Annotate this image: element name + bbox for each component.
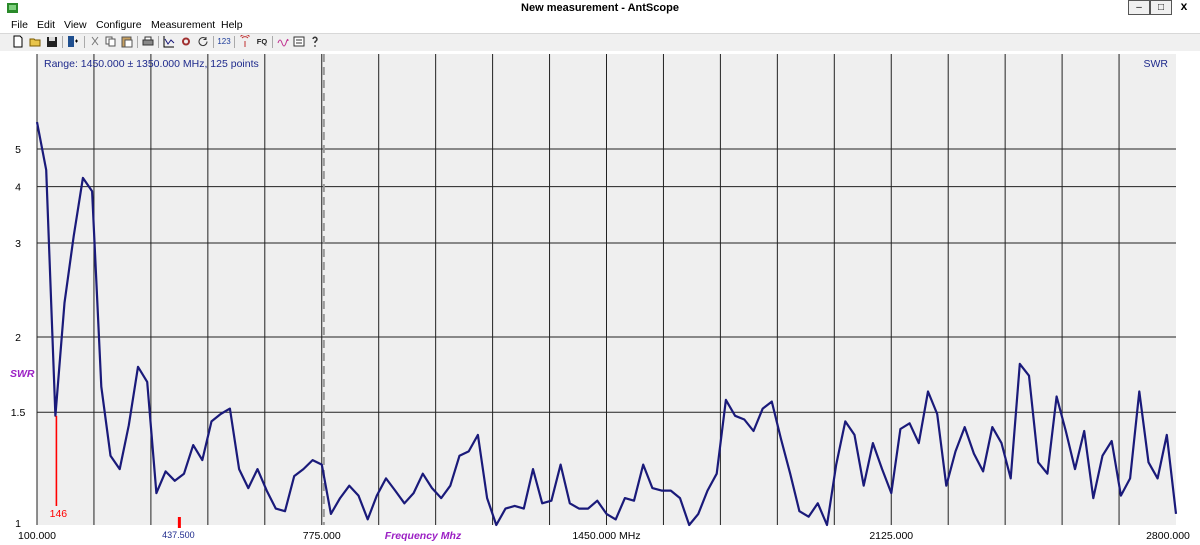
paste-icon[interactable]: [121, 35, 133, 48]
connect-device-icon[interactable]: [67, 35, 79, 48]
cut-icon[interactable]: [89, 35, 101, 48]
maximize-button[interactable]: □: [1150, 0, 1172, 15]
y-tick-label: 3: [15, 238, 21, 250]
swr-chart[interactable]: 146 437.500 Range: 1450.000 ± 1350.000 M…: [0, 51, 1200, 545]
menu-edit[interactable]: Edit: [37, 19, 55, 31]
min-swr-marker-label: 146: [50, 508, 68, 520]
chart-view-icon[interactable]: [163, 35, 175, 48]
menu-help[interactable]: Help: [221, 19, 243, 31]
x-axis-title: Frequency Mhz: [385, 530, 462, 542]
window-title: New measurement - AntScope: [521, 2, 679, 14]
y-tick-label: 2: [15, 332, 21, 344]
close-button[interactable]: x: [1174, 0, 1194, 13]
y-tick-label: 4: [15, 182, 21, 194]
x-tick-label: 775.000: [303, 530, 341, 542]
y-tick-label: 1: [15, 518, 21, 530]
x-tick-label: 100.000: [18, 530, 56, 542]
range-info: Range: 1450.000 ± 1350.000 MHz, 125 poin…: [44, 58, 259, 70]
x-tick-label: 1450.000 MHz: [572, 530, 640, 542]
new-file-icon[interactable]: [12, 35, 24, 48]
frequency-cursor-label: 437.500: [162, 530, 195, 540]
numeric-view-icon[interactable]: 123: [217, 35, 231, 48]
menu-bar: File Edit View Configure Measurement Hel…: [0, 17, 1200, 33]
antenna-icon[interactable]: [239, 35, 251, 48]
menu-measurement[interactable]: Measurement: [151, 19, 215, 31]
help-icon[interactable]: [309, 35, 321, 48]
copy-icon[interactable]: [105, 35, 117, 48]
print-icon[interactable]: [142, 35, 154, 48]
menu-view[interactable]: View: [64, 19, 87, 31]
title-bar: New measurement - AntScope – □ x: [0, 0, 1200, 17]
waveform-icon[interactable]: [277, 35, 289, 48]
save-icon[interactable]: [46, 35, 58, 48]
frequency-cursor-marker[interactable]: [177, 517, 181, 528]
y-axis-title: SWR: [10, 368, 35, 380]
x-tick-label: 2125.000: [869, 530, 913, 542]
fq-icon[interactable]: FQ: [255, 35, 269, 48]
x-tick-label: 2800.000: [1146, 530, 1190, 542]
menu-file[interactable]: File: [11, 19, 28, 31]
series-label: SWR: [1144, 58, 1169, 70]
menu-configure[interactable]: Configure: [96, 19, 142, 31]
open-folder-icon[interactable]: [29, 35, 41, 48]
settings-icon[interactable]: [180, 35, 192, 48]
refresh-icon[interactable]: [197, 35, 209, 48]
list-view-icon[interactable]: [293, 35, 305, 48]
y-tick-label: 1.5: [11, 407, 26, 419]
y-tick-label: 5: [15, 144, 21, 156]
toolbar: 123 FQ: [0, 33, 1200, 52]
minimize-button[interactable]: –: [1128, 0, 1150, 15]
